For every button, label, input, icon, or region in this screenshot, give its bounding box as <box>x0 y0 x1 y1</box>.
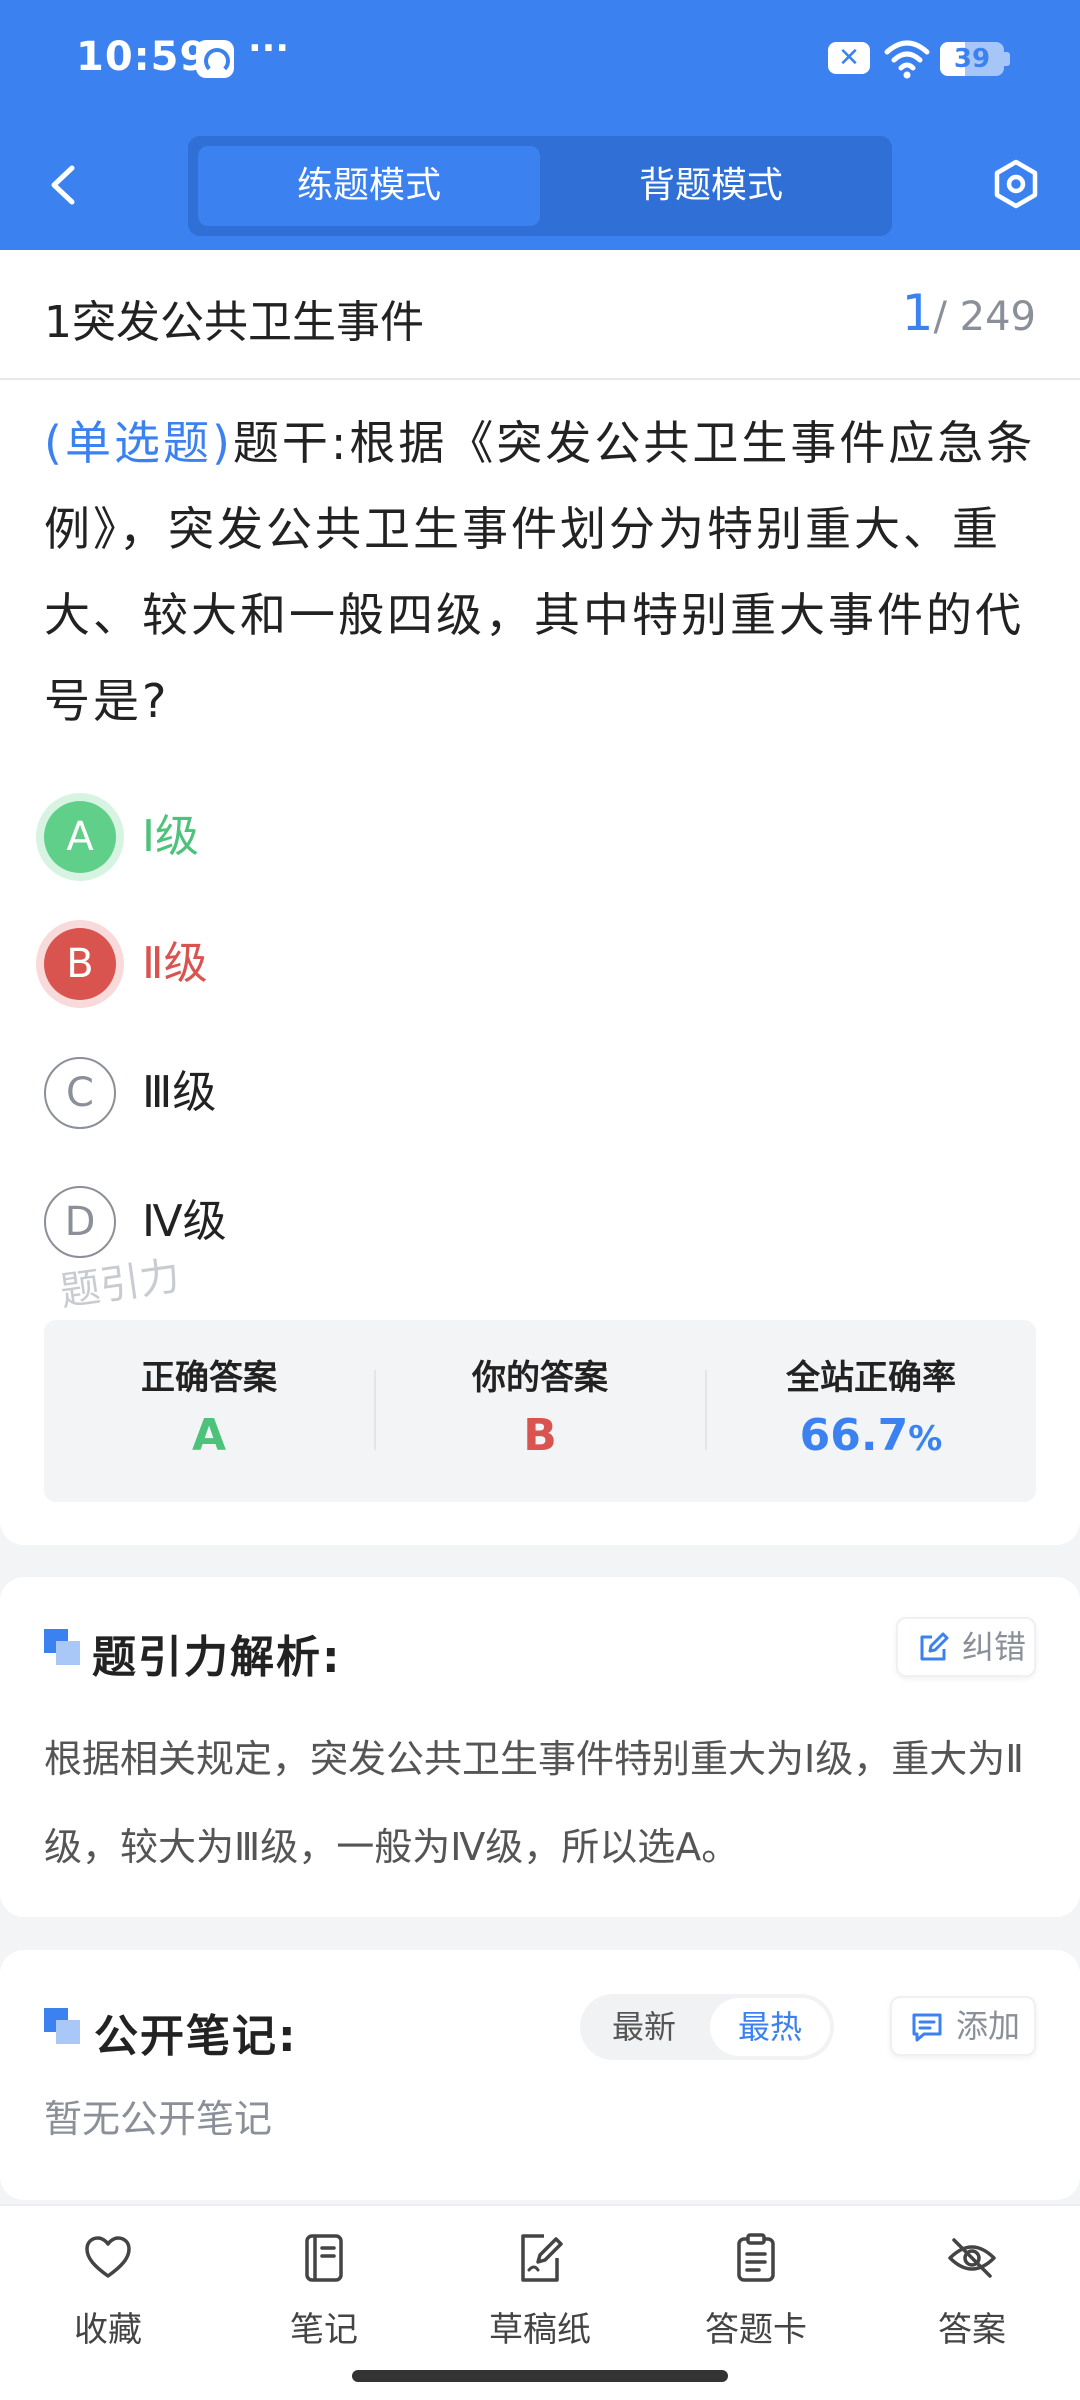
answer-card-label: 答题卡 <box>705 2310 807 2350</box>
your-answer-value: B <box>523 1410 557 1461</box>
scratch-paper-button[interactable]: 草稿纸 <box>460 2232 620 2362</box>
eye-off-icon <box>948 2238 996 2278</box>
accuracy-value: 66.7% <box>706 1410 1036 1461</box>
analysis-card: 题引力解析: 纠错 根据相关规定，突发公共卫生事件特别重大为Ⅰ级，重大为Ⅱ级，较… <box>0 1577 1080 1917</box>
total-questions: / 249 <box>933 294 1036 340</box>
draft-pencil-icon <box>521 2234 563 2282</box>
status-bar: 10:59 ··· ✕ 39 <box>0 0 1080 120</box>
notes-button[interactable]: 笔记 <box>244 2232 404 2362</box>
battery-level: 39 <box>953 44 991 74</box>
analysis-text: 根据相关规定，突发公共卫生事件特别重大为Ⅰ级，重大为Ⅱ级，较大为Ⅲ级，一般为Ⅳ级… <box>44 1737 1024 1869</box>
app-notification-icon <box>196 40 234 78</box>
mode-switch: 练题模式 背题模式 <box>188 136 892 236</box>
home-indicator[interactable] <box>352 2370 728 2382</box>
favorite-button[interactable]: 收藏 <box>28 2232 188 2362</box>
tab-memorize-mode[interactable]: 背题模式 <box>540 146 882 226</box>
notes-empty-text: 暂无公开笔记 <box>44 2097 273 2141</box>
sort-hottest[interactable]: 最热 <box>710 1998 830 2056</box>
notebook-icon <box>305 2234 343 2282</box>
more-notifications-icon: ··· <box>248 28 290 69</box>
edit-icon <box>920 1632 949 1661</box>
answer-label: 答案 <box>938 2310 1006 2350</box>
accuracy-number: 66.7 <box>799 1410 909 1461</box>
accuracy-label: 全站正确率 <box>786 1358 956 1398</box>
heart-icon <box>85 2236 131 2278</box>
option-a[interactable]: A Ⅰ级 <box>44 797 944 877</box>
option-c[interactable]: C Ⅲ级 <box>44 1053 944 1133</box>
section-square-icon <box>44 1629 80 1665</box>
option-d-letter: D <box>44 1186 116 1258</box>
accuracy-unit: % <box>908 1419 943 1459</box>
close-box-icon: ✕ <box>828 42 870 74</box>
accuracy-column: 全站正确率 66.7% <box>706 1320 1036 1502</box>
wifi-icon <box>884 40 930 79</box>
correct-answer-column: 正确答案 A <box>44 1320 374 1502</box>
option-d[interactable]: D Ⅳ级 <box>44 1182 944 1262</box>
clipboard-icon <box>737 2233 775 2282</box>
option-a-text: Ⅰ级 <box>142 811 199 862</box>
answer-result-panel: 正确答案 A 你的答案 B 全站正确率 66.7% <box>44 1320 1036 1502</box>
option-a-letter: A <box>44 801 116 873</box>
section-square-icon <box>44 2008 80 2044</box>
option-c-letter: C <box>44 1057 116 1129</box>
question-title-row: 1突发公共卫生事件 1/ 249 <box>0 250 1080 380</box>
battery-tip <box>1004 52 1010 66</box>
question-counter[interactable]: 1/ 249 <box>902 284 1036 342</box>
option-b-letter: B <box>44 928 116 1000</box>
scratch-paper-label: 草稿纸 <box>489 2310 591 2350</box>
status-time: 10:59 <box>76 34 209 80</box>
question-card: 1突发公共卫生事件 1/ 249 (单选题)题干:根据《突发公共卫生事件应急条例… <box>0 250 1080 1545</box>
notes-label: 笔记 <box>290 2310 358 2350</box>
favorite-label: 收藏 <box>74 2310 142 2350</box>
battery-icon: 39 <box>940 42 1004 76</box>
question-stem: (单选题)题干:根据《突发公共卫生事件应急条例》，突发公共卫生事件划分为特别重大… <box>44 400 1040 744</box>
answer-card-button[interactable]: 答题卡 <box>676 2232 836 2362</box>
settings-hexagon-icon[interactable] <box>990 158 1042 210</box>
correct-answer-value: A <box>191 1410 227 1461</box>
option-d-text: Ⅳ级 <box>142 1196 227 1247</box>
your-answer-column: 你的答案 B <box>375 1320 705 1502</box>
correct-answer-label: 正确答案 <box>141 1358 277 1398</box>
add-note-label: 添加 <box>956 2007 1021 2045</box>
tab-practice-mode[interactable]: 练题模式 <box>198 146 540 226</box>
your-answer-label: 你的答案 <box>472 1358 608 1398</box>
add-note-button[interactable]: 添加 <box>890 1996 1036 2056</box>
chapter-title: 1突发公共卫生事件 <box>44 297 424 348</box>
notes-title: 公开笔记: <box>94 2011 298 2062</box>
current-question-number: 1 <box>901 284 934 342</box>
analysis-title: 题引力解析: <box>92 1632 342 1683</box>
report-error-label: 纠错 <box>962 1628 1027 1666</box>
option-b[interactable]: B Ⅱ级 <box>44 924 944 1004</box>
app-header: 10:59 ··· ✕ 39 练题模式 背题模式 <box>0 0 1080 250</box>
back-arrow-icon[interactable] <box>40 160 90 210</box>
question-type: (单选题) <box>44 416 233 470</box>
report-error-button[interactable]: 纠错 <box>896 1617 1036 1677</box>
sort-newest[interactable]: 最新 <box>584 1998 704 2056</box>
option-c-text: Ⅲ级 <box>142 1067 217 1118</box>
option-b-text: Ⅱ级 <box>142 938 208 989</box>
public-notes-card: 公开笔记: 最新 最热 添加 暂无公开笔记 <box>0 1950 1080 2200</box>
notes-sort-toggle: 最新 最热 <box>580 1994 834 2060</box>
comment-icon <box>912 2013 942 2042</box>
hide-answer-button[interactable]: 答案 <box>892 2232 1052 2362</box>
